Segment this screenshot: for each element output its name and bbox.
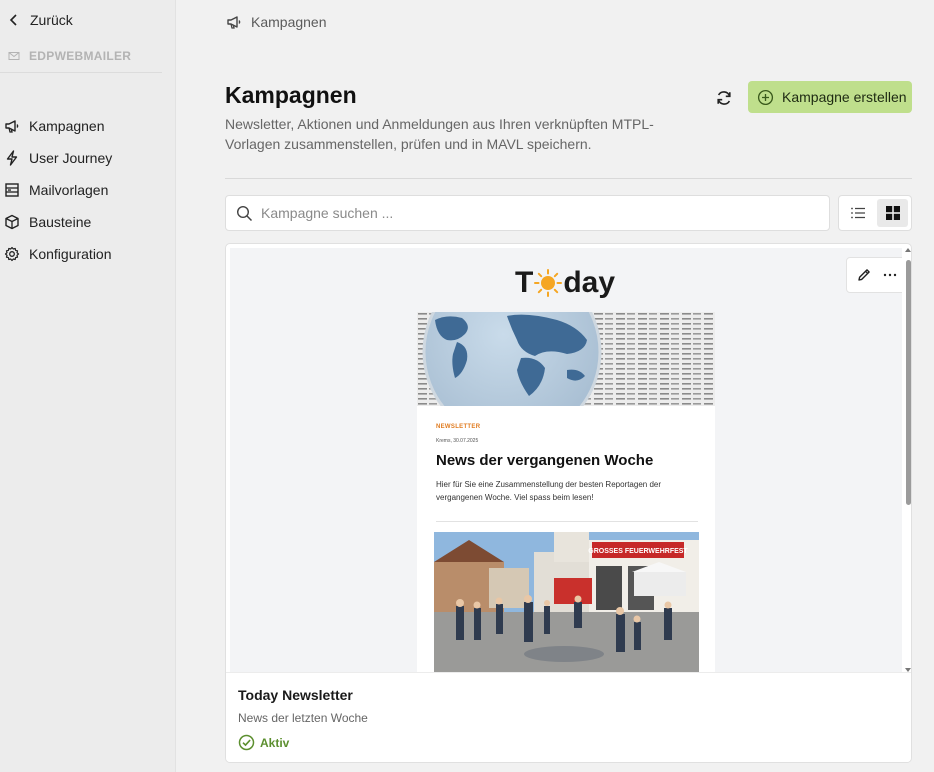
sidebar-item-user-journey[interactable]: User Journey (4, 142, 169, 174)
mail-icon (8, 52, 20, 60)
sidebar-item-label: Konfiguration (29, 246, 112, 262)
firefighter-festival-photo: GROSSES FEUERWEHRFEST (434, 532, 699, 672)
create-campaign-label: Kampagne erstellen (782, 89, 907, 105)
list-icon (850, 207, 865, 219)
photo-sign-text: GROSSES FEUERWEHRFEST (588, 548, 688, 555)
grid-view-button[interactable] (877, 199, 908, 227)
campaign-subtitle: News der letzten Woche (238, 711, 368, 725)
scroll-thumb[interactable] (905, 260, 911, 505)
sidebar-item-kampagnen[interactable]: Kampagnen (4, 110, 169, 142)
status-badge: Aktiv (238, 734, 289, 751)
sidebar-item-konfiguration[interactable]: Konfiguration (4, 238, 169, 270)
page-title: Kampagnen (225, 82, 357, 108)
preview-divider (436, 521, 698, 522)
sidebar-item-label: Bausteine (29, 214, 92, 230)
preview-scrollbar[interactable] (905, 248, 911, 672)
create-campaign-button[interactable]: Kampagne erstellen (748, 81, 912, 113)
chevron-left-icon (9, 14, 17, 26)
card-actions (846, 257, 902, 293)
gear-icon (4, 246, 20, 262)
account-name: EDPWEBMAILER (8, 49, 131, 63)
search-input[interactable] (261, 205, 801, 221)
pencil-icon (858, 269, 870, 281)
card-footer: Today Newsletter News der letzten Woche … (226, 672, 911, 762)
sun-icon (534, 269, 563, 297)
campaign-title: Today Newsletter (238, 687, 353, 703)
email-body: NEWSLETTER Krems, 30.07.2025 News der ve… (417, 312, 715, 672)
sidebar-item-label: User Journey (29, 150, 113, 166)
scroll-up-arrow[interactable] (905, 248, 911, 252)
sidebar-nav: Kampagnen User Journey Mailvorlagen Baus… (4, 110, 169, 270)
cube-icon (5, 214, 19, 230)
megaphone-icon (5, 120, 19, 133)
back-link[interactable]: Zurück (8, 12, 73, 28)
newsletter-preview: T day NEWSLETTER Krems, 30.07.2025 News … (230, 248, 902, 672)
sidebar-item-label: Kampagnen (29, 118, 105, 134)
template-icon (5, 183, 19, 197)
preview-dateline: Krems, 30.07.2025 (436, 438, 479, 444)
sidebar-item-label: Mailvorlagen (29, 182, 109, 198)
refresh-icon (717, 91, 731, 105)
logo-text-right: day (563, 266, 616, 299)
megaphone-icon (227, 16, 241, 29)
refresh-button[interactable] (712, 86, 736, 110)
search-icon (236, 205, 253, 221)
preview-kicker: NEWSLETTER (436, 424, 481, 430)
sidebar-item-bausteine[interactable]: Bausteine (4, 206, 169, 238)
page-description: Newsletter, Aktionen und Anmeldungen aus… (225, 116, 654, 152)
logo-text-left: T (515, 266, 534, 299)
search-box (225, 195, 830, 231)
sidebar-divider (0, 72, 162, 73)
preview-headline: News der vergangenen Woche (436, 452, 654, 469)
list-view-button[interactable] (842, 199, 873, 227)
more-horizontal-icon (883, 273, 897, 277)
back-label: Zurück (30, 12, 73, 28)
campaign-card[interactable]: T day NEWSLETTER Krems, 30.07.2025 News … (225, 243, 912, 763)
header-divider (225, 178, 912, 179)
status-label: Aktiv (260, 735, 290, 750)
edit-button[interactable] (854, 265, 874, 285)
sidebar-item-mailvorlagen[interactable]: Mailvorlagen (4, 174, 169, 206)
lightning-icon (6, 150, 18, 166)
newspaper-globe-image (417, 312, 715, 406)
today-logo: T day (515, 266, 615, 300)
plus-circle-icon (757, 89, 774, 105)
view-toggle (838, 195, 912, 231)
breadcrumb-label[interactable]: Kampagnen (251, 14, 327, 30)
check-circle-icon (238, 734, 255, 751)
breadcrumb: Kampagnen (226, 14, 327, 30)
preview-teaser: Hier für Sie eine Zusammenstellung der b… (436, 480, 662, 502)
sidebar: Zurück EDPWEBMAILER Kampagnen User Journ… (0, 0, 176, 772)
grid-icon (885, 206, 900, 220)
account-label: EDPWEBMAILER (29, 49, 132, 63)
more-options-button[interactable] (880, 265, 900, 285)
